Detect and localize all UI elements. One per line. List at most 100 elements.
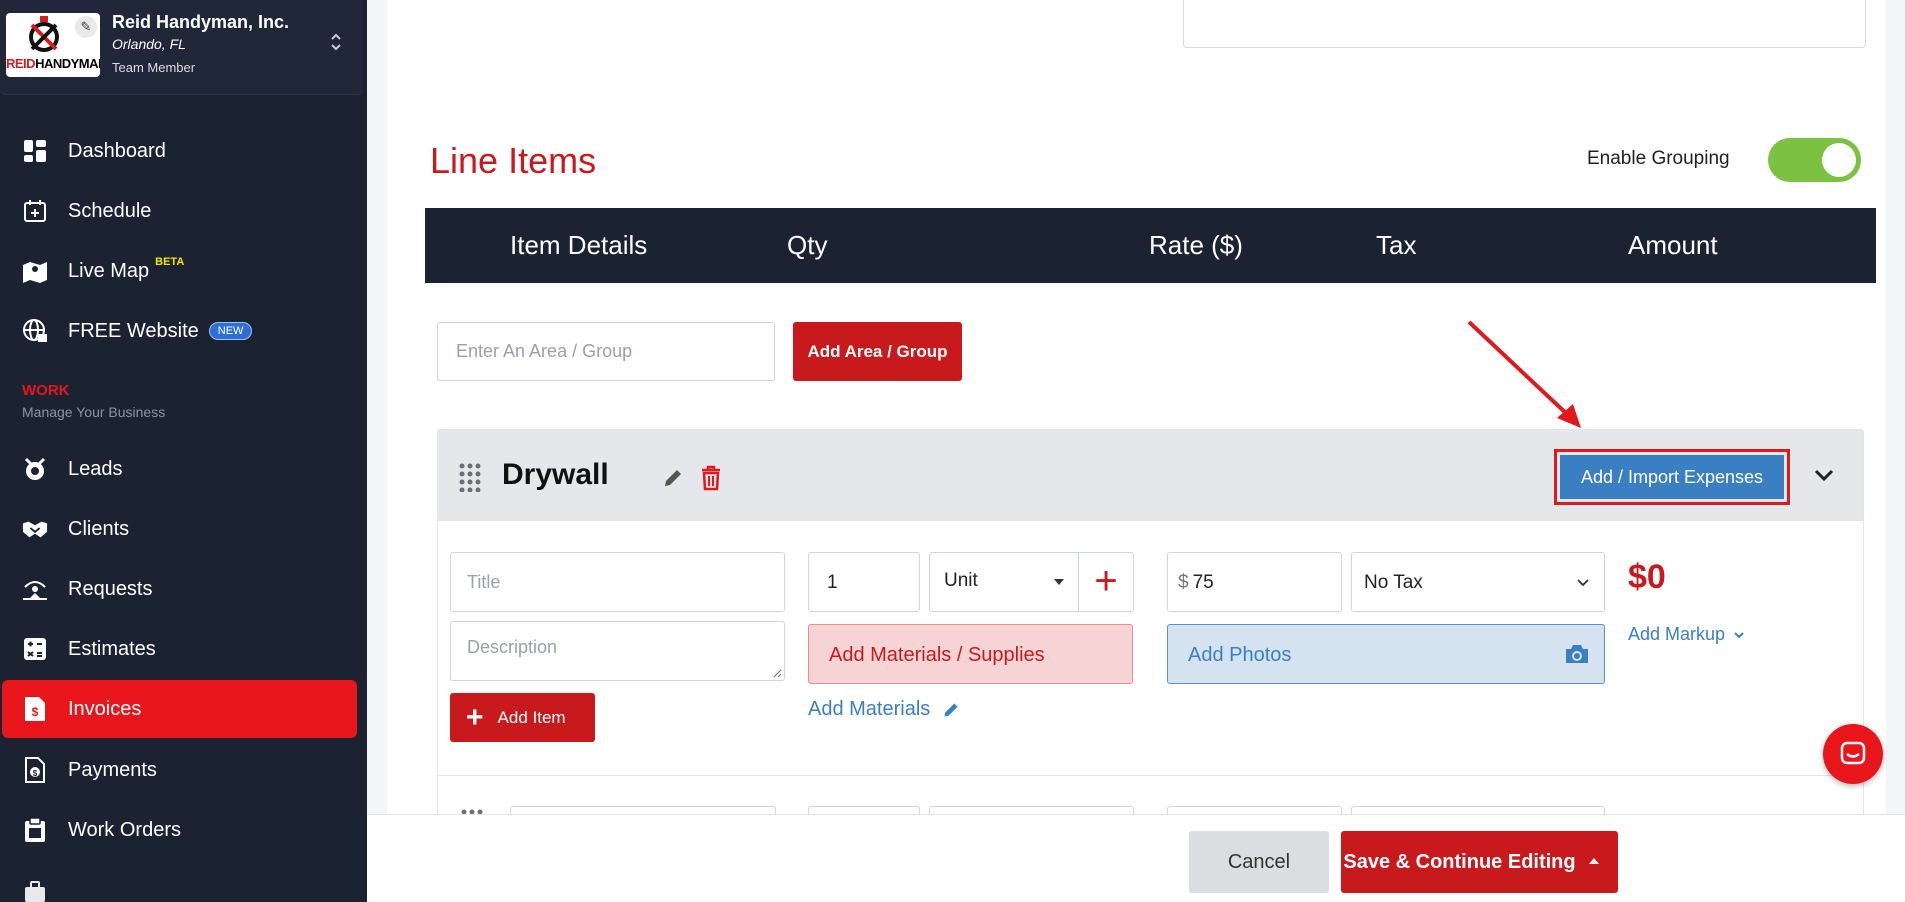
row-divider	[438, 775, 1863, 776]
invoice-form-card: Line Items Enable Grouping Item Details …	[387, 0, 1886, 902]
pencil-icon[interactable]	[662, 467, 684, 489]
add-area-group-button[interactable]: Add Area / Group	[793, 322, 962, 381]
save-continue-button[interactable]: Save & Continue Editing	[1341, 831, 1618, 893]
nav-partial-item[interactable]	[0, 862, 357, 902]
company-location: Orlando, FL	[112, 36, 186, 52]
column-header: Item Details	[510, 230, 648, 260]
annotation-arrow-icon	[1467, 320, 1581, 428]
handshake-icon	[22, 516, 48, 542]
nav-invoices[interactable]: $ Invoices	[2, 680, 357, 738]
edit-logo-icon[interactable]: ✎	[75, 16, 97, 38]
nav-free-website[interactable]: FREE Website NEW	[0, 302, 357, 360]
nav-label: Live Map	[68, 259, 150, 282]
nav-estimates[interactable]: Estimates	[0, 620, 357, 678]
rate-input[interactable]: $75	[1167, 552, 1342, 612]
nav-label: Payments	[68, 758, 157, 781]
drag-handle-icon[interactable]	[458, 462, 482, 492]
nav-requests[interactable]: Requests	[0, 560, 357, 618]
toggle-knob	[1822, 143, 1856, 177]
column-header: Rate ($)	[1149, 230, 1243, 260]
nav-work-orders[interactable]: Work Orders	[0, 801, 357, 859]
leads-icon	[22, 456, 48, 482]
resize-handle-icon[interactable]	[772, 668, 782, 678]
nav-label: Leads	[68, 457, 123, 480]
scroll-gutter	[1886, 0, 1905, 814]
enable-grouping-toggle[interactable]	[1768, 138, 1861, 182]
chat-button[interactable]	[1823, 724, 1883, 784]
add-photos-field[interactable]: Add Photos	[1167, 624, 1605, 684]
item-description-input[interactable]: Description	[450, 621, 785, 681]
payments-icon: $	[22, 757, 48, 783]
nav-label: Clients	[68, 517, 130, 540]
line-items-table-header: Item Details Qty Rate ($) Tax Amount	[425, 208, 1876, 283]
company-switcher[interactable]: REIDHANDYMAN ✎ Reid Handyman, Inc. Orlan…	[0, 0, 363, 95]
new-badge: NEW	[208, 322, 253, 340]
invoice-icon: $	[22, 696, 48, 722]
footer-action-bar: Cancel Save & Continue Editing	[367, 814, 1905, 902]
unit-select[interactable]: Unit	[929, 552, 1079, 612]
nav-schedule[interactable]: Schedule	[0, 182, 357, 240]
add-import-expenses-button[interactable]: Add / Import Expenses	[1560, 455, 1784, 499]
cancel-button[interactable]: Cancel	[1189, 831, 1329, 893]
nav-label: Requests	[68, 577, 153, 600]
nav-label: Schedule	[68, 199, 152, 222]
company-logo: REIDHANDYMAN ✎	[6, 13, 100, 77]
plus-icon: +	[466, 700, 484, 734]
chat-icon	[1840, 741, 1866, 765]
add-materials-supplies-field[interactable]: Add Materials / Supplies	[808, 624, 1133, 684]
beta-badge: BETA	[155, 256, 185, 268]
clipboard-icon	[22, 817, 48, 843]
nav-dashboard[interactable]: Dashboard	[0, 122, 357, 180]
user-role: Team Member	[112, 60, 196, 75]
nav-live-map[interactable]: Live Map BETA	[0, 242, 357, 300]
requests-icon	[22, 576, 48, 602]
section-title: WORK	[22, 382, 70, 399]
nav-label: Estimates	[68, 637, 156, 660]
caret-up-icon[interactable]	[1589, 858, 1599, 864]
nav-label: Invoices	[68, 697, 142, 720]
nav-clients[interactable]: Clients	[0, 500, 357, 558]
group-header: Drywall Add / Import Expenses	[438, 430, 1863, 521]
tax-select[interactable]: No Tax	[1351, 552, 1605, 612]
sidebar: REIDHANDYMAN ✎ Reid Handyman, Inc. Orlan…	[0, 0, 367, 902]
column-header: Qty	[787, 230, 828, 260]
camera-icon	[1566, 645, 1588, 663]
group-name: Drywall	[502, 458, 609, 491]
calendar-icon	[22, 198, 48, 224]
dashboard-icon	[22, 138, 48, 164]
briefcase-icon	[22, 878, 48, 902]
add-markup-link[interactable]: Add Markup	[1628, 624, 1745, 645]
line-item-amount: $0	[1628, 558, 1666, 596]
item-title-input[interactable]: Title	[450, 552, 785, 612]
globe-icon	[22, 318, 48, 344]
map-icon	[22, 258, 48, 284]
add-item-button[interactable]: + Add Item	[450, 693, 595, 742]
nav-leads[interactable]: Leads	[0, 440, 357, 498]
line-items-title: Line Items	[430, 140, 597, 181]
chevron-down-icon	[1734, 631, 1744, 638]
logo-text: REIDHANDYMAN	[6, 56, 100, 71]
nav-label: Dashboard	[68, 139, 166, 162]
pencil-icon	[944, 702, 958, 717]
add-unit-button[interactable]: +	[1078, 552, 1134, 612]
area-group-input[interactable]	[437, 322, 775, 381]
company-name: Reid Handyman, Inc.	[112, 12, 290, 32]
svg-text:$: $	[32, 705, 39, 719]
add-materials-link[interactable]: Add Materials	[808, 698, 960, 721]
column-header: Amount	[1628, 230, 1718, 260]
trash-icon[interactable]	[700, 465, 722, 491]
calculator-icon	[22, 636, 48, 662]
caret-down-icon	[1054, 579, 1064, 585]
chevron-down-icon	[1577, 579, 1589, 587]
nav-payments[interactable]: $ Payments	[0, 741, 357, 799]
column-header: Tax	[1376, 230, 1417, 260]
section-subtitle: Manage Your Business	[22, 404, 166, 420]
chevron-updown-icon[interactable]	[330, 32, 342, 52]
nav-label: Work Orders	[68, 818, 181, 841]
quantity-input[interactable]: 1	[808, 552, 920, 612]
chevron-down-icon[interactable]	[1813, 464, 1835, 486]
svg-text:$: $	[33, 769, 38, 778]
notes-textarea[interactable]	[1183, 0, 1866, 48]
nav-label: FREE Website	[68, 319, 199, 342]
main-content: Line Items Enable Grouping Item Details …	[367, 0, 1905, 902]
